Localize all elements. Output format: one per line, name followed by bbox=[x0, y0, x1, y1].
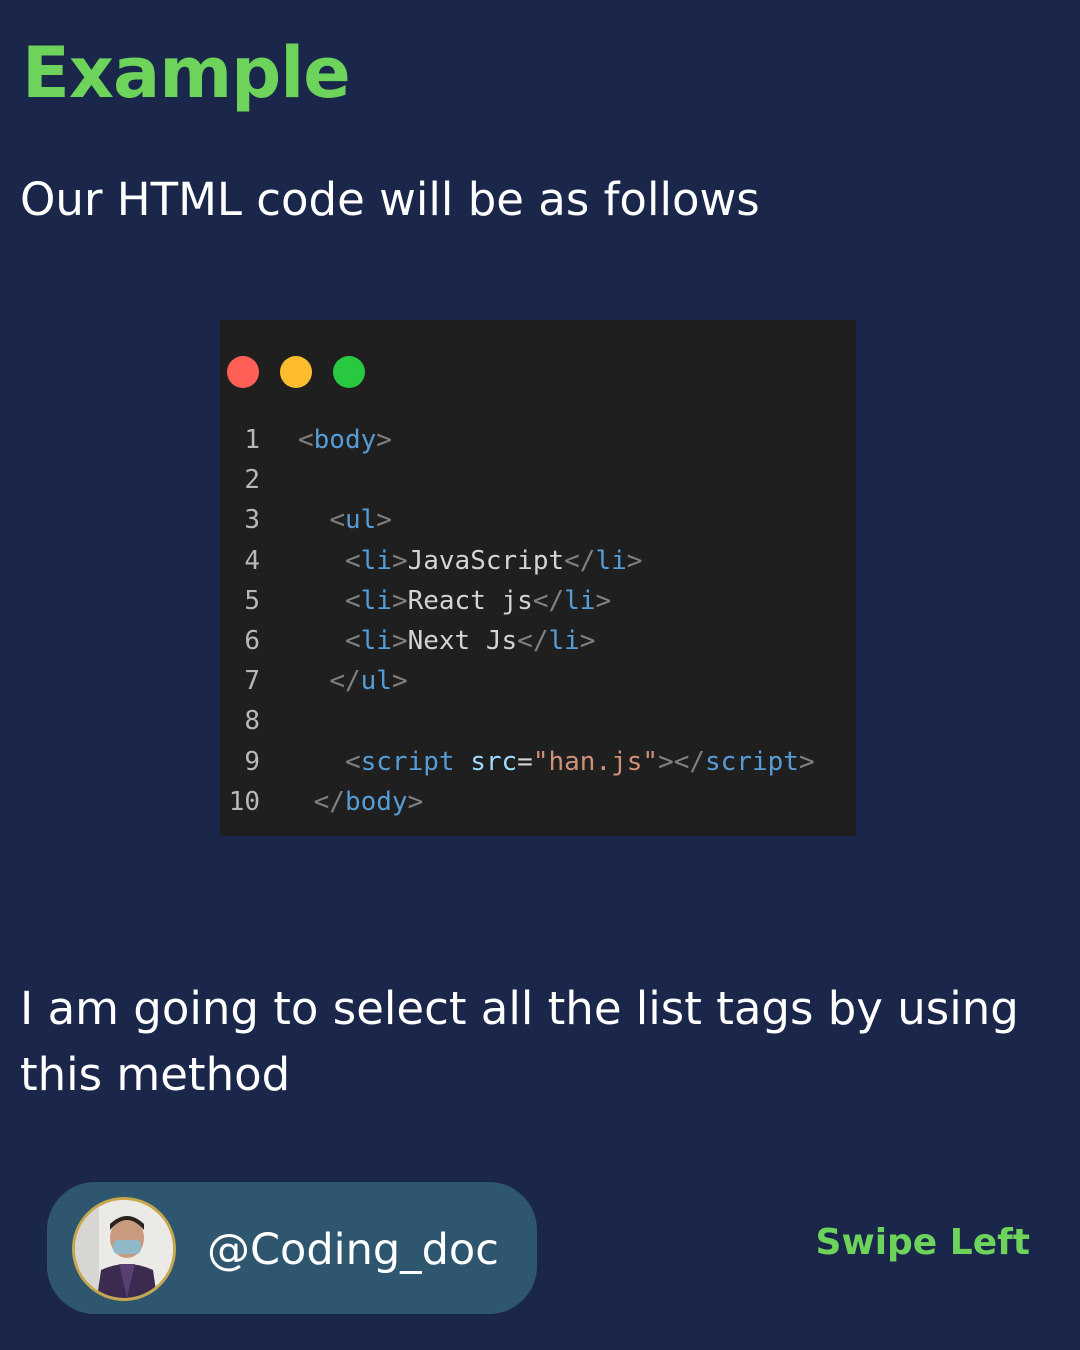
code-token: </ bbox=[564, 545, 596, 576]
code-token: < bbox=[298, 425, 314, 455]
code-token: script bbox=[360, 746, 455, 777]
code-token: > bbox=[579, 626, 596, 656]
code-token: body bbox=[344, 786, 408, 817]
code-line: 4 <li>JavaScript</li> bbox=[220, 541, 856, 581]
code-line: 2 bbox=[220, 460, 856, 500]
code-text: </ul> bbox=[298, 661, 408, 701]
code-token: React js bbox=[407, 585, 533, 616]
code-text: <body> bbox=[298, 420, 392, 460]
code-token: > bbox=[391, 585, 408, 616]
code-token: script bbox=[705, 746, 799, 777]
window-minimize-dot-icon bbox=[280, 356, 312, 388]
code-text: <ul> bbox=[298, 500, 392, 540]
code-token: li bbox=[360, 585, 392, 616]
code-token: </ bbox=[313, 786, 345, 817]
code-token: li bbox=[548, 626, 580, 656]
code-token: li bbox=[595, 545, 627, 576]
window-close-dot-icon bbox=[227, 356, 259, 388]
code-token: > bbox=[407, 786, 424, 817]
code-text: </body> bbox=[298, 782, 424, 822]
code-text: <li>Next Js</li> bbox=[298, 621, 595, 661]
code-text: <li>JavaScript</li> bbox=[298, 541, 642, 581]
body-text: I am going to select all the list tags b… bbox=[20, 982, 1019, 1101]
page-title: Example bbox=[22, 32, 351, 114]
line-number: 6 bbox=[244, 626, 260, 656]
code-token: "han.js" bbox=[532, 746, 659, 777]
code-token: < bbox=[344, 585, 361, 616]
code-line: 7 </ul> bbox=[220, 661, 856, 701]
line-number: 3 bbox=[244, 505, 260, 536]
line-number: 5 bbox=[244, 585, 260, 616]
code-token: = bbox=[517, 746, 533, 777]
code-token: > bbox=[376, 425, 392, 455]
code-token: ul bbox=[360, 666, 392, 697]
code-token: < bbox=[329, 505, 345, 536]
code-token: > bbox=[391, 545, 408, 576]
code-token: < bbox=[344, 746, 361, 777]
avatar bbox=[72, 1197, 176, 1301]
code-token: Next Js bbox=[407, 626, 518, 656]
code-token: </ bbox=[532, 585, 565, 616]
code-token: < bbox=[344, 545, 361, 576]
swipe-left-label: Swipe Left bbox=[815, 1222, 1030, 1263]
window-maximize-dot-icon bbox=[333, 356, 365, 388]
subtitle: Our HTML code will be as follows bbox=[20, 173, 760, 226]
avatar-photo-icon bbox=[75, 1200, 173, 1298]
code-token: li bbox=[564, 585, 596, 616]
code-line: 10 </body> bbox=[220, 782, 856, 822]
code-token: > bbox=[798, 746, 815, 777]
code-token: src bbox=[470, 746, 518, 777]
code-token: > bbox=[595, 585, 612, 616]
code-text: <script src="han.js"></script> bbox=[298, 742, 815, 782]
code-line: 3 <ul> bbox=[220, 500, 856, 540]
code-line: 6 <li>Next Js</li> bbox=[220, 621, 856, 661]
code-token: > bbox=[391, 626, 408, 656]
code-token: </ bbox=[517, 626, 549, 656]
line-number: 8 bbox=[244, 706, 260, 737]
code-token: ></ bbox=[658, 746, 706, 777]
line-number: 4 bbox=[244, 545, 260, 576]
line-number: 7 bbox=[244, 666, 260, 697]
code-token: JavaScript bbox=[407, 545, 565, 576]
code-token: body bbox=[313, 425, 377, 455]
code-line: 5 <li>React js</li> bbox=[220, 581, 856, 621]
code-token: </ bbox=[329, 666, 361, 697]
line-number: 9 bbox=[244, 746, 260, 777]
code-token: > bbox=[391, 666, 408, 697]
line-number: 1 bbox=[244, 425, 260, 455]
code-text: <li>React js</li> bbox=[298, 581, 611, 621]
code-token: > bbox=[376, 505, 392, 536]
code-token: li bbox=[360, 626, 392, 656]
code-token: > bbox=[626, 545, 643, 576]
profile-handle: @Coding_doc bbox=[207, 1225, 499, 1275]
code-token: < bbox=[344, 626, 361, 656]
code-line: 8 bbox=[220, 701, 856, 741]
code-line: 1 <body> bbox=[220, 420, 856, 460]
code-line: 9 <script src="han.js"></script> bbox=[220, 742, 856, 782]
line-number: 2 bbox=[244, 465, 260, 496]
code-token: li bbox=[360, 545, 392, 576]
code-token: ul bbox=[344, 505, 377, 536]
line-number: 10 bbox=[228, 786, 260, 817]
